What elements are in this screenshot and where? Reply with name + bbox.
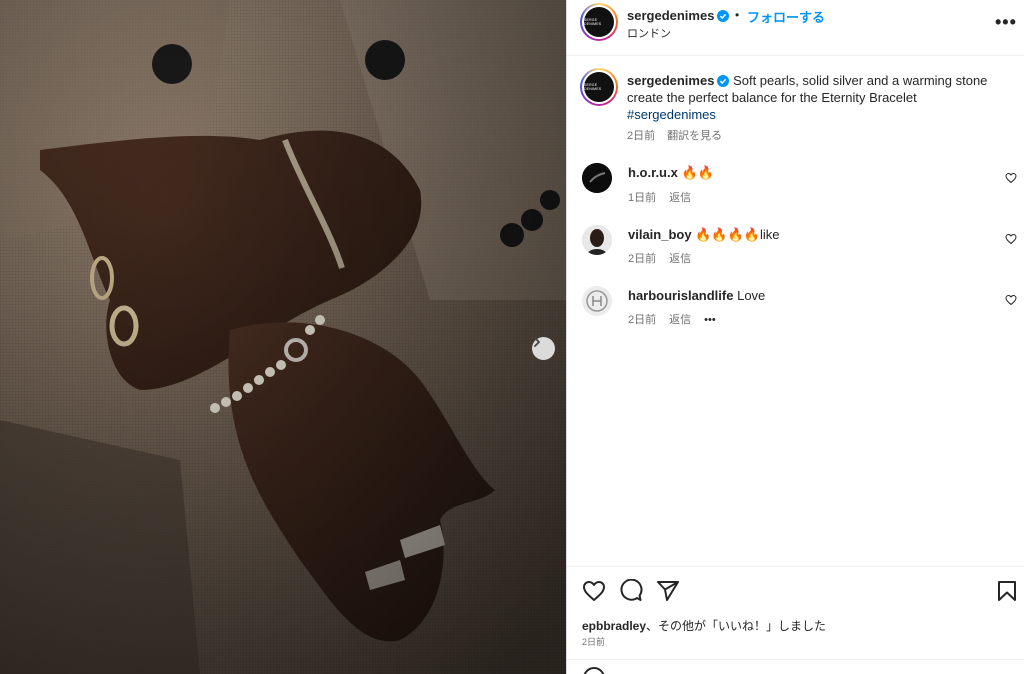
author-name-row[interactable]: sergedenimes <box>627 7 730 25</box>
photo-illustration <box>0 0 566 674</box>
author-username[interactable]: sergedenimes <box>627 8 714 23</box>
comment-body: h.o.r.u.x 🔥🔥 <box>628 165 714 181</box>
post-header: SERGE DENIMES sergedenimes • フォローする ロンドン… <box>567 0 1024 56</box>
post-actions: epbbradley、その他が「いいね！」しました 2日前 <box>567 566 1024 674</box>
author-avatar[interactable]: SERGE DENIMES <box>580 3 618 41</box>
comment-avatar[interactable] <box>582 163 612 193</box>
comment-text: Love <box>737 288 766 303</box>
comment-icon[interactable] <box>619 579 643 603</box>
comment-text: 🔥🔥 <box>681 165 714 180</box>
paper-plane-icon[interactable] <box>656 579 680 603</box>
comment-body: harbourislandlife Love <box>628 288 765 303</box>
post-photo <box>0 0 566 674</box>
liked-by-user[interactable]: epbbradley <box>582 619 646 633</box>
post-caption: sergedenimes Soft pearls, solid silver a… <box>627 72 1007 145</box>
comment-like-heart-icon[interactable] <box>1005 172 1017 184</box>
follow-button[interactable]: フォローする <box>747 7 825 26</box>
comment-body: vilain_boy 🔥🔥🔥🔥like <box>628 227 779 243</box>
verified-badge-icon <box>717 10 730 22</box>
caption-logo-text: SERGE DENIMES <box>584 83 602 91</box>
avatar-image <box>582 286 612 316</box>
liked-by-summary: epbbradley、その他が「いいね！」しました <box>582 617 826 634</box>
caption-meta: 2日前 翻訳を見る <box>627 128 1007 145</box>
comment-age: 1日前 <box>628 192 657 204</box>
heart-icon[interactable] <box>582 579 606 603</box>
comment-avatar[interactable] <box>582 225 612 255</box>
comment-like-heart-icon[interactable] <box>1005 294 1017 306</box>
comment-avatar[interactable] <box>582 286 612 316</box>
next-image-button[interactable] <box>532 337 555 360</box>
more-options-button[interactable]: ••• <box>995 12 1017 33</box>
more-options-icon: ••• <box>995 12 1017 32</box>
caption-author-avatar[interactable]: SERGE DENIMES <box>580 68 618 106</box>
comment-meta: 2日前 返信 <box>628 250 704 266</box>
reply-button[interactable]: 返信 <box>669 253 691 265</box>
chevron-right-icon <box>534 337 540 347</box>
liked-by-rest[interactable]: 、その他が「いいね！」しました <box>646 619 826 633</box>
comment-like-heart-icon[interactable] <box>1005 233 1017 245</box>
translate-link[interactable]: 翻訳を見る <box>667 130 722 142</box>
separator-dot: • <box>735 8 740 22</box>
verified-badge-icon <box>717 75 730 87</box>
bookmark-icon[interactable] <box>995 579 1019 603</box>
author-logo: SERGE DENIMES <box>584 7 614 37</box>
comment-username[interactable]: vilain_boy <box>628 227 692 242</box>
comment-age: 2日前 <box>628 314 657 326</box>
comment-username[interactable]: h.o.r.u.x <box>628 165 678 180</box>
emoji-icon[interactable] <box>582 666 606 674</box>
reply-button[interactable]: 返信 <box>669 192 691 204</box>
post-age: 2日前 <box>582 637 606 647</box>
caption-hashtag[interactable]: #sergedenimes <box>627 107 716 122</box>
comment-username[interactable]: harbourislandlife <box>628 288 733 303</box>
reply-button[interactable]: 返信 <box>669 314 691 326</box>
comment-text: 🔥🔥🔥🔥like <box>695 227 780 242</box>
caption-author-username[interactable]: sergedenimes <box>627 73 714 88</box>
post-side-panel: SERGE DENIMES sergedenimes • フォローする ロンドン… <box>566 0 1024 674</box>
avatar-image <box>582 163 612 193</box>
caption-author-logo: SERGE DENIMES <box>584 72 614 102</box>
comment-more-button[interactable]: ••• <box>704 314 716 326</box>
comment-age: 2日前 <box>628 253 657 265</box>
comment-meta: 2日前 返信 ••• <box>628 311 729 327</box>
add-comment-bar[interactable] <box>567 659 1024 674</box>
avatar-image <box>582 225 612 255</box>
location-link[interactable]: ロンドン <box>627 25 671 41</box>
logo-text: SERGE DENIMES <box>584 18 602 26</box>
comment-meta: 1日前 返信 <box>628 189 704 205</box>
caption-age: 2日前 <box>627 130 656 142</box>
